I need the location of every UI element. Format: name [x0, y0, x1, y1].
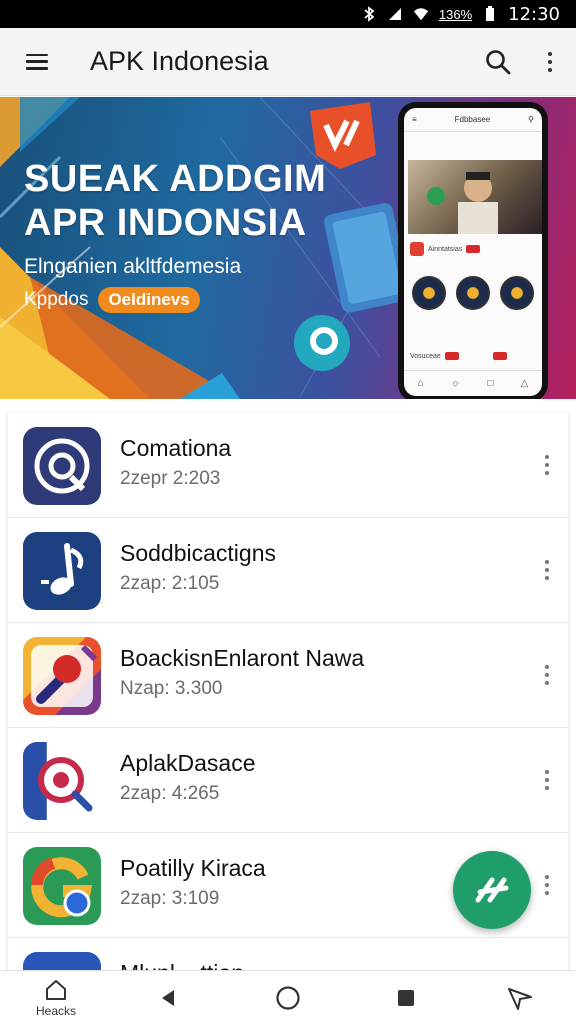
more-vert-icon	[545, 455, 549, 475]
square-recent-icon	[398, 990, 414, 1006]
list-item[interactable]: AplakDasace 2zap: 4:265	[8, 728, 568, 833]
status-bar: 136% 12:30	[0, 0, 576, 28]
home-icon	[46, 980, 66, 1000]
music-note-icon	[23, 532, 101, 610]
app-name: AplakDasace	[120, 750, 256, 776]
phone-mock-circles	[412, 276, 534, 310]
app-bar: APK Indonesia	[0, 28, 576, 96]
search-icon	[486, 49, 511, 74]
target-icon	[23, 742, 101, 820]
menu-icon	[26, 53, 48, 70]
phone-mock-row1: Ainntatsias	[410, 242, 481, 256]
item-menu-button[interactable]	[536, 443, 558, 487]
wifi-icon	[413, 6, 429, 22]
banner-subtitle-row: Kppdos Oeldinevs	[24, 287, 200, 313]
clock: 12:30	[508, 3, 560, 25]
nav-back[interactable]	[150, 971, 186, 1024]
banner-headline: SUEAK ADDGIM APR INDONSIA	[24, 158, 327, 244]
banner-pill: Oeldinevs	[98, 287, 200, 313]
item-menu-button[interactable]	[536, 653, 558, 697]
app-meta: 2zap: 3:109	[120, 888, 220, 909]
list-item[interactable]: BoackisnEnlaront Nawa Nzap: 3.300	[8, 623, 568, 728]
nav-recents[interactable]	[388, 971, 424, 1024]
list-item[interactable]: Comationa 2zepr 2:203	[8, 413, 568, 518]
more-options-button[interactable]	[524, 28, 576, 96]
phone-mock-row2: Vosuceae	[410, 352, 507, 360]
search-button[interactable]	[472, 28, 524, 96]
more-vert-icon	[545, 770, 549, 790]
item-menu-button[interactable]	[536, 758, 558, 802]
banner-subtitle: Elnganien akltfdemesia	[24, 255, 242, 278]
circle-home-icon	[276, 986, 300, 1010]
phone-mock-nav: ⌂ ☼ □ △	[404, 370, 542, 396]
chat-bubble-icon	[294, 315, 350, 371]
google-like-icon	[23, 847, 101, 925]
app-name: Comationa	[120, 435, 232, 461]
floating-action-button[interactable]	[453, 851, 531, 929]
app-name: Poatilly Kiraca	[120, 855, 266, 881]
nav-home[interactable]: Heacks	[26, 971, 86, 1024]
phone-mockup: ≡ Fdbbasee ⚲ Ainntatsias Vosuceae ⌂ ☼ □ …	[398, 102, 548, 399]
chat-ring-icon	[23, 427, 101, 505]
battery-icon	[482, 6, 498, 22]
back-icon	[162, 990, 174, 1006]
list-item[interactable]: Mlunl ...ttion	[8, 938, 568, 973]
more-vert-icon	[545, 875, 549, 895]
signal-icon	[387, 6, 403, 22]
page-title: APK Indonesia	[90, 46, 269, 76]
more-vert-icon	[548, 51, 552, 72]
banner-subtitle-prefix: Kppdos	[24, 289, 89, 310]
app-meta: 2zap: 2:105	[120, 573, 220, 594]
nav-home-circle[interactable]	[270, 971, 306, 1024]
phone-mock-header: ≡ Fdbbasee ⚲	[404, 108, 542, 132]
app-meta: 2zepr 2:203	[120, 468, 221, 489]
app-name: BoackisnEnlaront Nawa	[120, 645, 365, 671]
send-icon	[508, 988, 532, 1010]
bluetooth-icon	[361, 6, 377, 22]
ping-pong-paddle-icon	[23, 637, 101, 715]
menu-button[interactable]	[0, 28, 74, 96]
list-item[interactable]: Soddbicactigns 2zap: 2:105	[8, 518, 568, 623]
bottom-nav-bar: Heacks	[0, 970, 576, 1024]
apk-logo-icon	[475, 877, 509, 903]
promo-banner[interactable]: SUEAK ADDGIM APR INDONSIA Elnganien aklt…	[0, 97, 576, 399]
phone-mock-video	[408, 160, 542, 234]
battery-percent: 136%	[438, 6, 473, 22]
more-vert-icon	[545, 560, 549, 580]
nav-send[interactable]	[502, 971, 538, 1024]
item-menu-button[interactable]	[536, 863, 558, 907]
app-meta: Nzap: 3.300	[120, 678, 223, 699]
nav-home-label: Heacks	[35, 1004, 76, 1018]
app-meta: 2zap: 4:265	[120, 783, 220, 804]
app-name: Soddbicactigns	[120, 540, 276, 566]
item-menu-button[interactable]	[536, 548, 558, 592]
more-vert-icon	[545, 665, 549, 685]
